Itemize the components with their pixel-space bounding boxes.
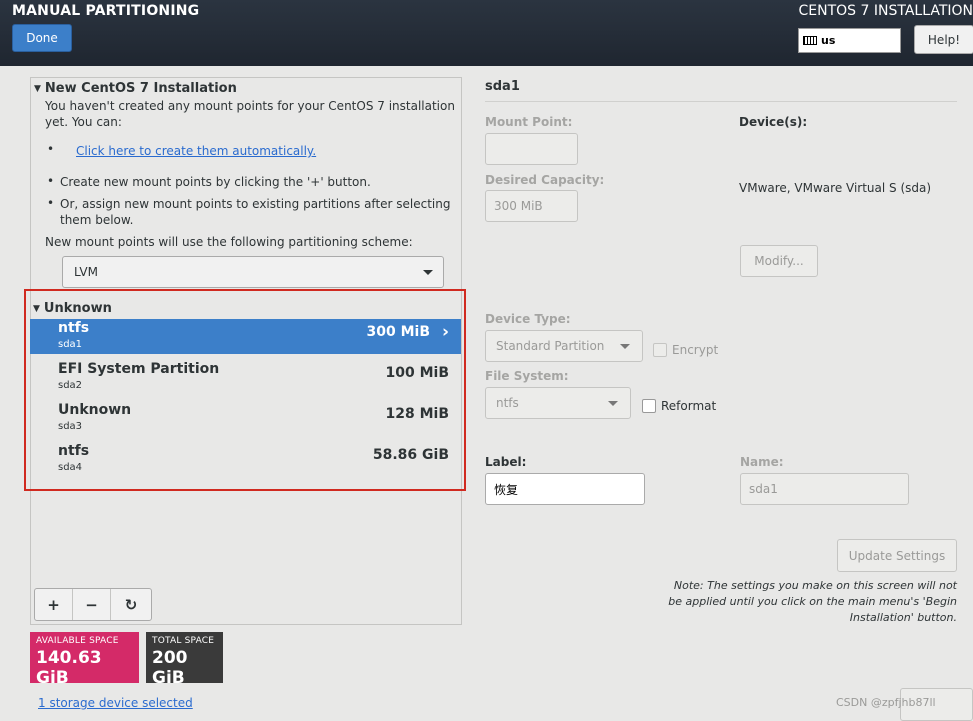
expander-down-icon: ▼ — [34, 84, 41, 94]
help-button[interactable]: Help! — [914, 25, 973, 54]
keyboard-layout-label: us — [821, 34, 836, 47]
bullet-plus-text: Create new mount points by clicking the … — [60, 175, 371, 189]
bullet-icon: • — [47, 142, 55, 156]
modify-button[interactable]: Modify... — [740, 245, 818, 277]
scheme-text: New mount points will use the following … — [45, 235, 413, 249]
highlight-annotation-box — [24, 289, 466, 491]
update-settings-button[interactable]: Update Settings — [837, 539, 957, 572]
keyboard-icon — [803, 36, 817, 45]
auto-create-link[interactable]: Click here to create them automatically. — [76, 144, 316, 158]
watermark-text: CSDN @zpfjhb87ll — [836, 696, 936, 709]
name-field-label: Name: — [740, 455, 784, 469]
scheme-value: LVM — [74, 265, 98, 279]
file-system-select[interactable]: ntfs — [485, 387, 631, 419]
available-space-value: 140.63 GiB — [36, 648, 102, 688]
keyboard-layout-indicator[interactable]: us — [798, 28, 901, 53]
installation-section-header[interactable]: ▼ New CentOS 7 Installation — [34, 81, 237, 96]
header-bar: MANUAL PARTITIONING CENTOS 7 INSTALLATIO… — [0, 0, 973, 66]
device-type-select[interactable]: Standard Partition — [485, 330, 643, 362]
file-system-label: File System: — [485, 369, 569, 383]
dropdown-arrow-icon — [608, 401, 618, 406]
file-system-value: ntfs — [496, 396, 519, 410]
devices-label: Device(s): — [739, 115, 808, 129]
selected-partition-title: sda1 — [485, 79, 520, 94]
device-type-value: Standard Partition — [496, 339, 605, 353]
available-space-label: AVAILABLE SPACE — [36, 636, 119, 646]
label-field-label: Label: — [485, 455, 527, 469]
refresh-icon[interactable]: ↻ — [111, 589, 151, 620]
device-value: VMware, VMware Virtual S (sda) — [739, 181, 932, 195]
desired-capacity-label: Desired Capacity: — [485, 173, 605, 187]
name-input[interactable]: sda1 — [740, 473, 909, 505]
page-title: MANUAL PARTITIONING — [12, 3, 200, 19]
reformat-label: Reformat — [661, 399, 717, 413]
label-input[interactable]: 恢复 — [485, 473, 645, 505]
dropdown-arrow-icon — [620, 344, 630, 349]
encrypt-label: Encrypt — [672, 343, 719, 357]
installation-section-title: New CentOS 7 Installation — [44, 81, 237, 96]
intro-text: You haven't created any mount points for… — [45, 99, 455, 129]
remove-mount-point-button[interactable]: − — [73, 589, 111, 620]
divider — [485, 101, 957, 102]
reformat-checkbox[interactable] — [642, 399, 656, 413]
settings-note: Note: The settings you make on this scre… — [668, 579, 957, 624]
done-button[interactable]: Done — [12, 24, 72, 52]
bullet-assign-text: Or, assign new mount points to existing … — [60, 197, 451, 227]
add-mount-point-button[interactable]: + — [35, 589, 73, 620]
dropdown-arrow-icon — [423, 270, 433, 275]
partition-toolbar: + − ↻ — [34, 588, 152, 621]
bullet-icon: • — [47, 174, 55, 188]
mount-point-label: Mount Point: — [485, 115, 573, 129]
desired-capacity-input[interactable]: 300 MiB — [485, 190, 578, 222]
total-space-label: TOTAL SPACE — [152, 636, 215, 646]
storage-device-link[interactable]: 1 storage device selected — [38, 696, 193, 710]
mount-point-input[interactable] — [485, 133, 578, 165]
bullet-icon: • — [47, 196, 55, 210]
available-space-box: AVAILABLE SPACE 140.63 GiB — [30, 632, 139, 688]
installer-title: CENTOS 7 INSTALLATION — [798, 3, 973, 19]
device-type-label: Device Type: — [485, 312, 571, 326]
total-space-box: TOTAL SPACE 200 GiB — [146, 632, 223, 688]
encrypt-checkbox[interactable] — [653, 343, 667, 357]
partitioning-scheme-select[interactable]: LVM — [62, 256, 444, 288]
total-space-value: 200 GiB — [152, 648, 188, 688]
